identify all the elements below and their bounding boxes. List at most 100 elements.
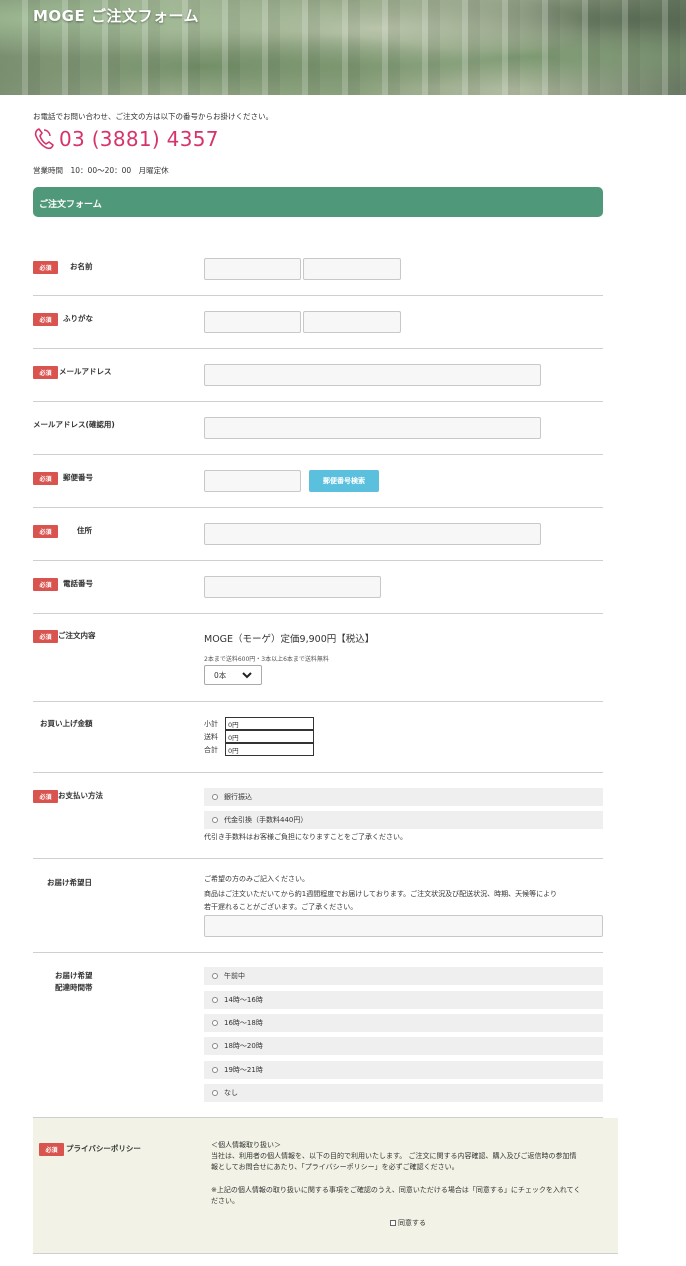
time-option-16-18[interactable]: 16時〜18時 — [204, 1014, 603, 1032]
row-email: 必須 メールアドレス — [33, 349, 603, 402]
required-badge: 必須 — [33, 790, 58, 803]
row-address: 必須 住所 — [33, 508, 603, 561]
phone-icon — [33, 127, 55, 151]
row-kana: 必須 ふりがな — [33, 296, 603, 349]
delivery-date-note-3: 若干遅れることがございます。ご了承ください。 — [204, 903, 358, 911]
contact-note: お電話でお問い合わせ、ご注文の方は以下の番号からお掛けください。 — [33, 112, 273, 121]
phone-label: 電話番号 — [63, 579, 93, 588]
radio-icon[interactable] — [212, 1043, 218, 1049]
time-option-label: 14時〜16時 — [224, 996, 263, 1004]
total-label: お買い上げ金額 — [40, 719, 93, 728]
shipping-fee-label: 送料 — [204, 732, 218, 741]
radio-icon[interactable] — [212, 997, 218, 1003]
payment-option-bank[interactable]: 銀行振込 — [204, 788, 603, 806]
required-badge: 必須 — [33, 313, 58, 326]
product-name: MOGE（モーゲ）定価9,900円【税込】 — [204, 634, 375, 645]
delivery-date-label: お届け希望日 — [47, 878, 92, 887]
shipping-note: 2本まで送料600円・3本以上6本まで送料無料 — [204, 656, 329, 663]
payment-option-cod[interactable]: 代金引換（手数料440円） — [204, 811, 603, 829]
phone-number[interactable]: 03 (3881) 4357 — [59, 127, 219, 151]
delivery-date-input[interactable] — [204, 915, 603, 937]
delivery-time-label-1: お届け希望 — [55, 971, 93, 980]
required-badge: 必須 — [33, 578, 58, 591]
chevron-down-icon — [242, 672, 252, 679]
first-name-input[interactable] — [303, 258, 401, 280]
phone-row: 03 (3881) 4357 — [33, 127, 219, 151]
time-option-label: 16時〜18時 — [224, 1019, 263, 1027]
privacy-text-2: 報としてお問合せにあたり、「プライバシーポリシー」を必ずご確認ください。 — [211, 1163, 459, 1171]
header-banner: MOGE ご注文フォーム — [0, 0, 686, 95]
page-title: MOGE ご注文フォーム — [33, 7, 200, 25]
radio-icon[interactable] — [212, 794, 218, 800]
radio-icon[interactable] — [212, 1067, 218, 1073]
address-input[interactable] — [204, 523, 541, 545]
payment-option-label: 銀行振込 — [224, 793, 252, 801]
time-option-none[interactable]: なし — [204, 1084, 603, 1102]
delivery-date-note-1: ご希望の方のみご記入ください。 — [204, 875, 309, 883]
zip-label: 郵便番号 — [63, 473, 93, 482]
subtotal-field: 0円 — [225, 717, 314, 730]
privacy-text-3: ※上記の個人情報の取り扱いに関する事項をご確認のうえ、同意いただける場合は「同意… — [211, 1186, 581, 1194]
email-input[interactable] — [204, 364, 541, 386]
form-section-header: ご注文フォーム — [33, 187, 603, 217]
row-zip: 必須 郵便番号 郵便番号検索 — [33, 455, 603, 508]
privacy-text-4: ださい。 — [211, 1197, 239, 1205]
privacy-label: プライバシーポリシー — [66, 1144, 141, 1153]
radio-icon[interactable] — [212, 1090, 218, 1096]
zip-search-button[interactable]: 郵便番号検索 — [309, 470, 379, 492]
row-payment: 必須 お支払い方法 銀行振込 代金引換（手数料440円） 代引き手数料はお客様ご… — [33, 773, 603, 859]
cod-fee-note: 代引き手数料はお客様ご負担になりますことをご了承ください。 — [204, 833, 407, 841]
time-option-14-16[interactable]: 14時〜16時 — [204, 991, 603, 1009]
row-delivery-date: お届け希望日 ご希望の方のみご記入ください。 商品はご注文いただいてから約1週間… — [33, 859, 603, 953]
shipping-fee-field: 0円 — [225, 730, 314, 743]
row-total: お買い上げ金額 小計 0円 送料 0円 合計 0円 — [33, 702, 603, 773]
row-order: 必須 ご注文内容 MOGE（モーゲ）定価9,900円【税込】 2本まで送料600… — [33, 614, 603, 702]
business-hours: 営業時間 10：00〜20：00 月曜定休 — [33, 166, 169, 175]
time-option-label: 19時〜21時 — [224, 1066, 263, 1074]
delivery-time-label-2: 配達時間帯 — [55, 983, 93, 992]
email-confirm-input[interactable] — [204, 417, 541, 439]
last-name-input[interactable] — [204, 258, 301, 280]
subtotal-line: 小計 0円 — [204, 717, 314, 730]
time-option-morning[interactable]: 午前中 — [204, 967, 603, 985]
radio-icon[interactable] — [212, 817, 218, 823]
row-phone: 必須 電話番号 — [33, 561, 603, 614]
payment-label: お支払い方法 — [58, 791, 103, 800]
required-badge: 必須 — [39, 1143, 64, 1156]
first-kana-input[interactable] — [303, 311, 401, 333]
radio-icon[interactable] — [212, 973, 218, 979]
agree-checkbox-row[interactable]: 同意する — [390, 1217, 426, 1229]
payment-option-label: 代金引換（手数料440円） — [224, 816, 308, 824]
email-confirm-label: メールアドレス(確認用) — [33, 420, 115, 429]
order-label: ご注文内容 — [58, 631, 96, 640]
required-badge: 必須 — [33, 525, 58, 538]
quantity-select[interactable]: 0本 — [204, 665, 262, 685]
time-option-19-21[interactable]: 19時〜21時 — [204, 1061, 603, 1079]
agree-label: 同意する — [398, 1219, 426, 1227]
radio-icon[interactable] — [212, 1020, 218, 1026]
quantity-value: 0本 — [214, 670, 227, 680]
kana-label: ふりがな — [63, 314, 93, 323]
name-label: お名前 — [70, 262, 93, 271]
agree-checkbox[interactable] — [390, 1220, 396, 1226]
time-option-label: 18時〜20時 — [224, 1042, 263, 1050]
row-name: 必須 お名前 — [33, 238, 603, 296]
subtotal-label: 小計 — [204, 719, 218, 728]
row-delivery-time: お届け希望 配達時間帯 午前中 14時〜16時 16時〜18時 18時〜20時 … — [33, 953, 603, 1118]
required-badge: 必須 — [33, 472, 58, 485]
time-option-label: 午前中 — [224, 972, 245, 980]
time-option-18-20[interactable]: 18時〜20時 — [204, 1037, 603, 1055]
grand-total-label: 合計 — [204, 745, 218, 754]
total-line: 合計 0円 — [204, 743, 314, 756]
required-badge: 必須 — [33, 366, 58, 379]
required-badge: 必須 — [33, 630, 58, 643]
time-option-label: なし — [224, 1089, 238, 1097]
phone-input[interactable] — [204, 576, 381, 598]
row-email-confirm: メールアドレス(確認用) — [33, 402, 603, 455]
grand-total-field: 0円 — [225, 743, 314, 756]
last-kana-input[interactable] — [204, 311, 301, 333]
privacy-policy-section: 必須 プライバシーポリシー ＜個人情報取り扱い＞ 当社は、利用者の個人情報を、以… — [33, 1118, 618, 1254]
required-badge: 必須 — [33, 261, 58, 274]
shipping-fee-line: 送料 0円 — [204, 730, 314, 743]
zip-input[interactable] — [204, 470, 301, 492]
